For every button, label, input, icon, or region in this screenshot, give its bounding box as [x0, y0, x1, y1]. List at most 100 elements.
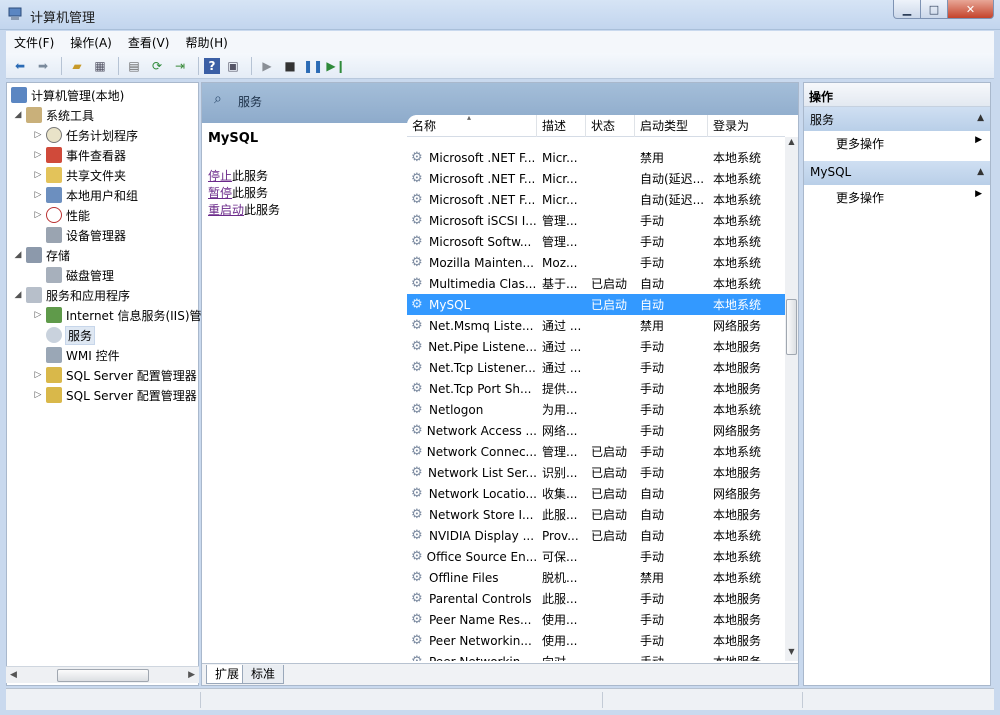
service-row[interactable]: ⚙ Microsoft Softw... 管理... 手动 本地系统 [407, 231, 785, 252]
column-status[interactable]: 状态 [586, 115, 635, 137]
tab-standard[interactable]: 标准 [242, 665, 285, 684]
tree-item-disk-management[interactable]: 磁盘管理 [46, 265, 114, 285]
refresh-icon[interactable]: ⟳ [147, 56, 167, 76]
properties-icon[interactable]: ▤ [124, 56, 144, 76]
pause-service-link[interactable]: 暂停 [208, 186, 232, 200]
collapsed-icon[interactable]: ▷ [33, 370, 43, 380]
service-row[interactable]: ⚙ Microsoft iSCSI I... 管理... 手动 本地系统 [407, 210, 785, 231]
service-row[interactable]: ⚙ MySQL 已启动 自动 本地系统 [407, 294, 785, 315]
collapsed-icon[interactable]: ▷ [33, 170, 43, 180]
service-row[interactable]: ⚙ Net.Pipe Listene... 通过 ... 手动 本地服务 [407, 336, 785, 357]
collapsed-icon[interactable]: ▷ [33, 130, 43, 140]
up-folder-icon[interactable]: ▰ [67, 56, 87, 76]
service-description-text: 识别... [542, 466, 578, 480]
maximize-button[interactable]: □ [921, 0, 948, 19]
service-row[interactable]: ⚙ Mozilla Mainten... Moz... 手动 本地系统 [407, 252, 785, 273]
column-startup-type[interactable]: 启动类型 [635, 115, 708, 137]
restart-service-link[interactable]: 重启动 [208, 203, 244, 217]
tree-item-services-apps[interactable]: ◢ 服务和应用程序 [13, 285, 130, 305]
close-button[interactable]: ✕ [948, 0, 994, 19]
scroll-down-icon[interactable]: ▼ [785, 647, 798, 661]
expanded-icon[interactable]: ◢ [13, 290, 23, 300]
collapsed-icon[interactable]: ▷ [33, 310, 43, 320]
service-row[interactable]: ⚙ Network Connec... 管理... 已启动 手动 本地系统 [407, 441, 785, 462]
expanded-icon[interactable]: ◢ [13, 110, 23, 120]
export-icon[interactable]: ⇥ [170, 56, 190, 76]
collapsed-icon[interactable]: ▷ [33, 390, 43, 400]
collapse-icon[interactable]: ▲ [977, 167, 984, 177]
menu-file[interactable]: 文件(F) [6, 34, 62, 51]
tree-item-label: SQL Server 配置管理器 [66, 368, 197, 383]
service-row[interactable]: ⚙ Peer Name Res... 使用... 手动 本地服务 [407, 609, 785, 630]
service-row[interactable]: ⚙ Office Source En... 可保... 手动 本地系统 [407, 546, 785, 567]
service-description: 可保... [537, 548, 586, 565]
service-row[interactable]: ⚙ Peer Networkin... 向对... 手动 本地服务 [407, 651, 785, 661]
tree-item-iis[interactable]: ▷ Internet 信息服务(IIS)管 [33, 305, 202, 325]
actions-section-mysql[interactable]: MySQL ▲ [804, 161, 990, 185]
more-actions-services[interactable]: 更多操作 ▶ [804, 131, 990, 153]
tree-item-local-users[interactable]: ▷ 本地用户和组 [33, 185, 138, 205]
actions-section-services[interactable]: 服务 ▲ [804, 107, 990, 131]
service-row[interactable]: ⚙ Microsoft .NET F... Micr... 自动(延迟... 本地系统 [407, 189, 785, 210]
service-row[interactable]: ⚙ Microsoft .NET F... Micr... 自动(延迟... 本地系统 [407, 168, 785, 189]
expanded-icon[interactable]: ◢ [13, 250, 23, 260]
service-log-on-as-text: 本地系统 [713, 193, 762, 207]
scroll-left-icon[interactable]: ◀ [10, 670, 17, 680]
tree-item-storage[interactable]: ◢ 存储 [13, 245, 70, 265]
tree-item-device-manager[interactable]: 设备管理器 [46, 225, 126, 245]
scroll-right-icon[interactable]: ▶ [188, 670, 195, 680]
menu-action[interactable]: 操作(A) [62, 34, 120, 51]
menu-help[interactable]: 帮助(H) [177, 34, 235, 51]
services-apps-icon [26, 287, 42, 303]
column-description[interactable]: 描述 [537, 115, 586, 137]
service-row[interactable]: ⚙ Multimedia Clas... 基于... 已启动 自动 本地系统 [407, 273, 785, 294]
collapsed-icon[interactable]: ▷ [33, 210, 43, 220]
tree-item-task-scheduler[interactable]: ▷ 任务计划程序 [33, 125, 138, 145]
show-hide-tree-icon[interactable]: ▦ [90, 56, 110, 76]
menu-view[interactable]: 查看(V) [120, 34, 178, 51]
help-icon[interactable]: ? [204, 57, 220, 74]
show-action-pane-icon[interactable]: ▣ [223, 56, 243, 76]
tree-item-performance[interactable]: ▷ 性能 [33, 205, 90, 225]
restart-service-icon[interactable]: ▶❙ [326, 56, 346, 76]
service-row[interactable]: ⚙ Net.Tcp Port Sh... 提供... 手动 本地服务 [407, 378, 785, 399]
service-row[interactable]: ⚙ Parental Controls 此服... 手动 本地服务 [407, 588, 785, 609]
more-actions-mysql[interactable]: 更多操作 ▶ [804, 185, 990, 207]
column-log-on-as[interactable]: 登录为 [708, 115, 785, 137]
column-name[interactable]: 名称 ▴ [407, 115, 537, 137]
pause-service-icon[interactable]: ❚❚ [303, 56, 323, 76]
service-row[interactable]: ⚙ Netlogon 为用... 手动 本地系统 [407, 399, 785, 420]
collapse-icon[interactable]: ▲ [977, 113, 984, 123]
tree-item-shared-folders[interactable]: ▷ 共享文件夹 [33, 165, 126, 185]
tree-item-sql-server-1[interactable]: ▷ SQL Server 配置管理器 [33, 365, 197, 385]
tree-item-services[interactable]: 服务 [46, 325, 96, 345]
tree-horizontal-scrollbar[interactable]: ◀ ▶ [6, 666, 199, 683]
service-row[interactable]: ⚙ Network Store I... 此服... 已启动 自动 本地服务 [407, 504, 785, 525]
minimize-button[interactable]: ▁ [893, 0, 921, 19]
tree-item-event-viewer[interactable]: ▷ 事件查看器 [33, 145, 126, 165]
back-icon[interactable]: ⬅ [10, 56, 30, 76]
tree-root[interactable]: 计算机管理(本地) [11, 85, 124, 105]
service-row[interactable]: ⚙ Microsoft .NET F... Micr... 禁用 本地系统 [407, 147, 785, 168]
tree-item-wmi[interactable]: WMI 控件 [46, 345, 120, 365]
stop-service-link[interactable]: 停止 [208, 169, 232, 183]
collapsed-icon[interactable]: ▷ [33, 150, 43, 160]
service-row[interactable]: ⚙ Peer Networkin... 使用... 手动 本地服务 [407, 630, 785, 651]
collapsed-icon[interactable]: ▷ [33, 190, 43, 200]
tree-item-system-tools[interactable]: ◢ 系统工具 [13, 105, 94, 125]
scroll-thumb[interactable] [56, 668, 149, 682]
service-row[interactable]: ⚙ NVIDIA Display ... Prov... 已启动 自动 本地系统 [407, 525, 785, 546]
scroll-thumb[interactable] [786, 299, 797, 355]
services-vertical-scrollbar[interactable]: ▲ ▼ [785, 137, 798, 661]
stop-service-icon[interactable]: ■ [280, 56, 300, 76]
scroll-up-icon[interactable]: ▲ [785, 137, 798, 151]
service-row[interactable]: ⚙ Offline Files 脱机... 禁用 本地系统 [407, 567, 785, 588]
start-service-icon[interactable]: ▶ [257, 56, 277, 76]
service-row[interactable]: ⚙ Network List Ser... 识别... 已启动 手动 本地服务 [407, 462, 785, 483]
service-row[interactable]: ⚙ Network Locatio... 收集... 已启动 自动 网络服务 [407, 483, 785, 504]
service-row[interactable]: ⚙ Net.Tcp Listener... 通过 ... 手动 本地服务 [407, 357, 785, 378]
tree-item-sql-server-2[interactable]: ▷ SQL Server 配置管理器 [33, 385, 197, 405]
forward-icon[interactable]: ➡ [33, 56, 53, 76]
service-row[interactable]: ⚙ Network Access ... 网络... 手动 网络服务 [407, 420, 785, 441]
service-row[interactable]: ⚙ Net.Msmq Liste... 通过 ... 禁用 网络服务 [407, 315, 785, 336]
